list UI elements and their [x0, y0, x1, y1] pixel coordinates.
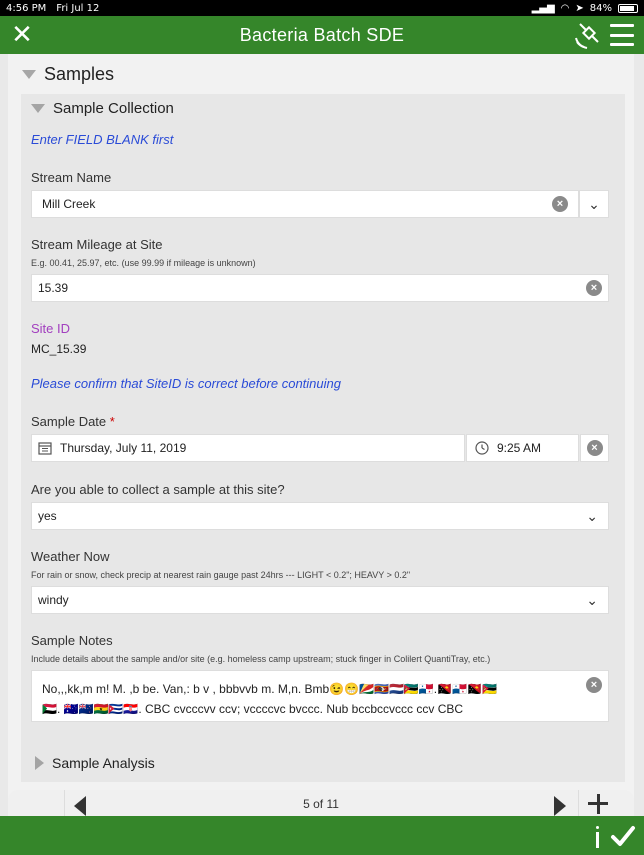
able-value: yes	[38, 509, 57, 523]
pager: 5 of 11	[8, 790, 634, 816]
expand-icon	[35, 756, 44, 770]
notes-hint: Include details about the sample and/or …	[31, 654, 491, 664]
page-indicator: 5 of 11	[303, 797, 339, 811]
battery-percent: 84%	[589, 2, 612, 14]
sample-collection-section: Sample Collection Enter FIELD BLANK firs…	[21, 94, 625, 782]
stream-name-value: Mill Creek	[42, 197, 96, 211]
chevron-down-icon: ⌄	[586, 507, 598, 524]
menu-icon[interactable]	[610, 24, 634, 46]
chevron-down-icon: ⌄	[588, 195, 600, 212]
chevron-down-icon: ⌄	[586, 591, 598, 608]
mileage-hint: E.g. 00.41, 25.97, etc. (use 99.99 if mi…	[31, 258, 256, 268]
satellite-icon[interactable]	[574, 20, 602, 50]
mileage-input[interactable]: 15.39 ×	[31, 274, 609, 302]
calendar-icon	[38, 442, 52, 455]
confirm-site-note: Please confirm that SiteID is correct be…	[31, 376, 341, 391]
sample-analysis-title: Sample Analysis	[52, 755, 155, 771]
weather-select[interactable]: windy ⌄	[31, 586, 609, 614]
weather-value: windy	[38, 593, 69, 607]
able-select[interactable]: yes ⌄	[31, 502, 609, 530]
notes-line-2: 🇸🇩. 🇦🇺🇳🇿🇬🇭🇨🇺🇭🇷. CBC cvcccvv ccv; vccccvc…	[42, 702, 464, 716]
group-title: Samples	[44, 64, 115, 84]
weather-hint: For rain or snow, check precip at neares…	[31, 570, 411, 580]
stream-name-dropdown[interactable]: ⌄	[579, 190, 609, 218]
sample-collection-header[interactable]: Sample Collection	[31, 100, 174, 117]
battery-icon	[618, 3, 638, 13]
field-blank-note: Enter FIELD BLANK first	[31, 132, 174, 147]
bottom-bar	[0, 816, 644, 855]
sample-time-value: 9:25 AM	[497, 441, 542, 455]
sample-date-value: Thursday, July 11, 2019	[60, 441, 187, 455]
weather-label: Weather Now	[31, 549, 110, 564]
notes-label: Sample Notes	[31, 633, 113, 648]
sample-analysis-section[interactable]: Sample Analysis	[21, 744, 625, 782]
clear-icon[interactable]: ×	[586, 440, 603, 456]
sample-date-input[interactable]: Thursday, July 11, 2019	[31, 434, 465, 462]
sample-date-clear[interactable]: ×	[580, 434, 609, 462]
site-id-value: MC_15.39	[31, 342, 87, 356]
sample-collection-title: Sample Collection	[53, 100, 174, 117]
stream-name-label: Stream Name	[31, 170, 112, 185]
status-bar: 4:56 PM Fri Jul 12 ▂▄▆ ◠ ➤ 84%	[0, 0, 644, 16]
group-samples[interactable]: Samples	[22, 64, 114, 85]
notes-line-1: No,,,kk,m m! M. ,b be. Van,: b v , bbbvv…	[42, 682, 497, 696]
signal-icon: ▂▄▆	[531, 2, 555, 14]
page-title: Bacteria Batch SDE	[239, 24, 405, 45]
clear-icon[interactable]: ×	[552, 196, 568, 212]
able-label: Are you able to collect a sample at this…	[31, 482, 285, 497]
sample-date-label-text: Sample Date	[31, 414, 107, 429]
collapse-icon	[22, 70, 36, 79]
add-icon[interactable]	[588, 794, 608, 814]
clear-icon[interactable]: ×	[586, 280, 602, 296]
status-time: 4:56 PM	[6, 2, 47, 14]
notes-textarea[interactable]: No,,,kk,m m! M. ,b be. Van,: b v , bbbvv…	[31, 670, 609, 722]
mileage-value: 15.39	[38, 281, 69, 295]
info-icon[interactable]	[596, 826, 600, 848]
mileage-label: Stream Mileage at Site	[31, 237, 163, 252]
sample-time-input[interactable]: 9:25 AM	[466, 434, 579, 462]
collapse-icon	[31, 104, 45, 113]
clear-icon[interactable]: ×	[586, 677, 602, 693]
required-mark: *	[109, 414, 115, 429]
sample-analysis-header[interactable]: Sample Analysis	[35, 755, 155, 771]
clock-icon	[475, 441, 489, 455]
app-bar: ✕ Bacteria Batch SDE	[0, 16, 644, 54]
form-scroll-area[interactable]: Samples Sample Collection Enter FIELD BL…	[8, 54, 634, 816]
divider	[578, 790, 579, 816]
sample-date-label: Sample Date *	[31, 414, 115, 429]
next-page-icon[interactable]	[554, 796, 566, 816]
stream-name-input[interactable]: Mill Creek ×	[31, 190, 579, 218]
site-id-label: Site ID	[31, 321, 71, 336]
location-icon: ➤	[575, 2, 584, 14]
checkmark-icon[interactable]	[610, 824, 636, 848]
wifi-icon: ◠	[560, 2, 570, 14]
status-date: Fri Jul 12	[56, 2, 100, 14]
